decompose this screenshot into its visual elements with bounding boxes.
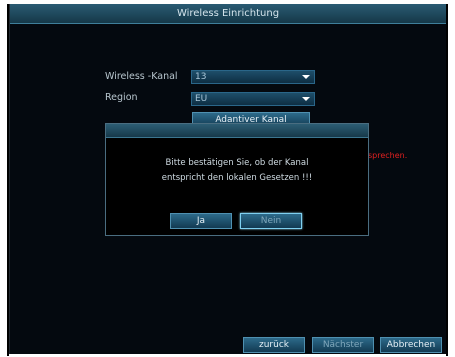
confirm-dialog: Bitte bestätigen Sie, ob der Kanal entsp… (105, 123, 369, 236)
channel-select-value: 13 (195, 72, 207, 82)
chevron-down-icon (302, 75, 310, 79)
chevron-down-icon (302, 97, 310, 101)
dialog-message-line2: entspricht den lokalen Gesetzen !!! (161, 173, 313, 183)
window-title: Wireless Einrichtung (10, 4, 446, 24)
dialog-message: Bitte bestätigen Sie, ob der Kanal entsp… (106, 156, 368, 186)
no-button[interactable]: Nein (240, 213, 302, 229)
region-select[interactable]: EU (191, 92, 315, 106)
dialog-message-line1: Bitte bestätigen Sie, ob der Kanal (165, 158, 309, 168)
next-button[interactable]: Nächster (312, 337, 374, 353)
cancel-button[interactable]: Abbrechen (380, 337, 442, 353)
warning-text: sprechen. (368, 151, 408, 160)
region-select-value: EU (195, 94, 208, 104)
yes-button[interactable]: Ja (170, 213, 232, 229)
back-button[interactable]: zurück (243, 337, 305, 353)
right-frame-line (446, 4, 448, 356)
channel-select[interactable]: 13 (191, 70, 315, 84)
channel-label: Wireless -Kanal (105, 71, 178, 82)
dialog-header (106, 124, 368, 138)
wireless-setup-screen: Wireless Einrichtung Wireless -Kanal 13 … (9, 4, 446, 354)
region-label: Region (105, 92, 138, 103)
